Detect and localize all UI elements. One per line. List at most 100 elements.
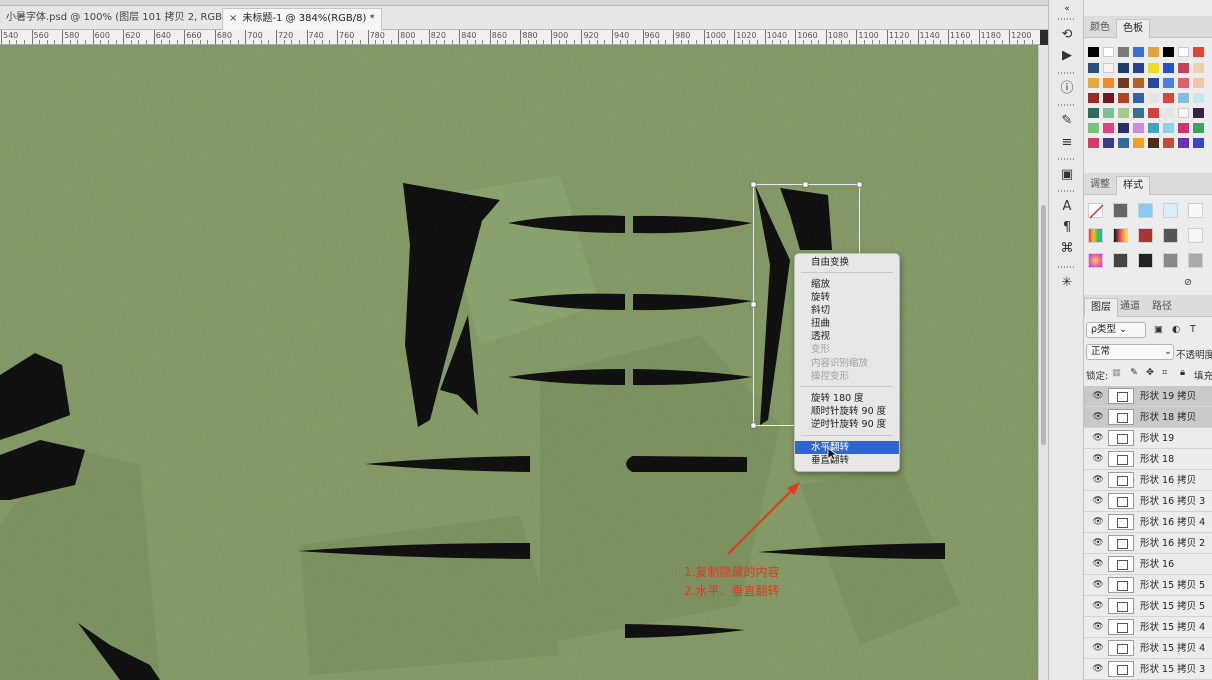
menu-item-3[interactable]: 斜切 xyxy=(795,304,899,317)
layer-name[interactable]: 形状 19 拷贝 xyxy=(1140,386,1196,407)
color-swatch[interactable] xyxy=(1103,63,1114,73)
color-swatch[interactable] xyxy=(1163,108,1174,118)
layer-row[interactable]: 👁︎ 形状 15 拷贝 4 xyxy=(1084,638,1212,659)
panel-grip[interactable] xyxy=(1058,72,1076,74)
lock-paint-icon[interactable]: ✎ xyxy=(1130,367,1138,378)
visibility-eye-icon[interactable]: 👁︎ xyxy=(1092,391,1104,401)
close-tab-icon[interactable]: × xyxy=(229,13,237,24)
layer-name[interactable]: 形状 18 拷贝 xyxy=(1140,407,1196,428)
layer-name[interactable]: 形状 15 拷贝 5 xyxy=(1140,575,1205,596)
visibility-eye-icon[interactable]: 👁︎ xyxy=(1092,517,1104,527)
filter-adjust-icon[interactable]: ◐ xyxy=(1172,324,1180,335)
style-dark-icon[interactable] xyxy=(1163,228,1178,243)
info-icon[interactable]: ⓘ xyxy=(1058,80,1076,98)
layer-name[interactable]: 形状 16 拷贝 3 xyxy=(1140,491,1205,512)
color-swatch[interactable] xyxy=(1088,108,1099,118)
tab-swatches[interactable]: 色板 xyxy=(1116,19,1150,38)
tab-color[interactable]: 颜色 xyxy=(1084,19,1116,38)
layer-name[interactable]: 形状 15 拷贝 4 xyxy=(1140,638,1205,659)
color-swatch[interactable] xyxy=(1088,93,1099,103)
3d-icon[interactable]: ✳ xyxy=(1058,274,1076,292)
menu-item-5[interactable]: 透视 xyxy=(795,330,899,343)
menu-item-4[interactable]: 扭曲 xyxy=(795,317,899,330)
horizontal-ruler[interactable]: 540 560 580 600 620 640 660 680 700 720 740 760 780 8… xyxy=(0,30,1040,45)
filter-pixel-icon[interactable]: ▣ xyxy=(1154,324,1163,335)
layer-filter-select[interactable]: ρ类型 ⌄ xyxy=(1086,322,1146,338)
style-gradient-icon[interactable] xyxy=(1113,228,1128,243)
style-rainbow-icon[interactable] xyxy=(1088,228,1103,243)
layer-row[interactable]: 👁︎ 形状 18 拷贝 xyxy=(1084,407,1212,428)
tab-adjustments[interactable]: 调整 xyxy=(1084,176,1116,195)
glyphs-icon[interactable]: ⌘ xyxy=(1058,240,1076,258)
lock-move-icon[interactable]: ✥ xyxy=(1146,367,1154,378)
document-tab-untitled[interactable]: × 未标题-1 @ 384%(RGB/8) * xyxy=(222,8,382,30)
menu-item-9[interactable]: 旋转 180 度 xyxy=(795,392,899,405)
visibility-eye-icon[interactable]: 👁︎ xyxy=(1092,580,1104,590)
document-tab-xiaoshu[interactable]: 小暑字体.psd @ 100% (图层 101 拷贝 2, RGB/8) xyxy=(0,8,242,30)
delete-style-icon[interactable]: ⊘ xyxy=(1184,277,1192,288)
layer-row[interactable]: 👁︎ 形状 15 拷贝 5 xyxy=(1084,596,1212,617)
color-swatch[interactable] xyxy=(1148,138,1159,148)
color-swatch[interactable] xyxy=(1148,78,1159,88)
tab-layers[interactable]: 图层 xyxy=(1084,298,1118,317)
lock-transparent-icon[interactable]: ▦ xyxy=(1112,367,1121,378)
style-shadow-icon[interactable] xyxy=(1113,203,1128,218)
color-swatch[interactable] xyxy=(1088,138,1099,148)
layer-row[interactable]: 👁︎ 形状 16 xyxy=(1084,554,1212,575)
layer-name[interactable]: 形状 15 拷贝 5 xyxy=(1140,596,1205,617)
visibility-eye-icon[interactable]: 👁︎ xyxy=(1092,475,1104,485)
color-swatch[interactable] xyxy=(1163,63,1174,73)
color-swatch[interactable] xyxy=(1193,47,1204,57)
layer-row[interactable]: 👁︎ 形状 19 拷贝 xyxy=(1084,386,1212,407)
character-icon[interactable]: A xyxy=(1058,198,1076,216)
visibility-eye-icon[interactable]: 👁︎ xyxy=(1092,643,1104,653)
color-swatch[interactable] xyxy=(1148,47,1159,57)
color-swatch[interactable] xyxy=(1118,108,1129,118)
visibility-eye-icon[interactable]: 👁︎ xyxy=(1092,622,1104,632)
play-icon[interactable]: ▶ xyxy=(1058,47,1076,65)
color-swatch[interactable] xyxy=(1133,78,1144,88)
color-swatch[interactable] xyxy=(1133,63,1144,73)
color-swatch[interactable] xyxy=(1103,93,1114,103)
layer-row[interactable]: 👁︎ 形状 15 拷贝 3 xyxy=(1084,659,1212,680)
color-swatch[interactable] xyxy=(1193,138,1204,148)
color-swatch[interactable] xyxy=(1133,123,1144,133)
visibility-eye-icon[interactable]: 👁︎ xyxy=(1092,412,1104,422)
color-swatch[interactable] xyxy=(1178,123,1189,133)
color-swatch[interactable] xyxy=(1133,47,1144,57)
color-swatch[interactable] xyxy=(1163,138,1174,148)
visibility-eye-icon[interactable]: 👁︎ xyxy=(1092,538,1104,548)
color-swatch[interactable] xyxy=(1103,78,1114,88)
color-swatch[interactable] xyxy=(1118,123,1129,133)
style-light-icon[interactable] xyxy=(1188,228,1203,243)
tab-channels[interactable]: 通道 xyxy=(1114,298,1146,317)
color-swatch[interactable] xyxy=(1148,93,1159,103)
layer-name[interactable]: 形状 15 拷贝 3 xyxy=(1140,659,1205,680)
style-red-icon[interactable] xyxy=(1138,228,1153,243)
color-swatch[interactable] xyxy=(1163,123,1174,133)
color-swatch[interactable] xyxy=(1118,93,1129,103)
color-swatch[interactable] xyxy=(1133,108,1144,118)
style-silver-icon[interactable] xyxy=(1188,253,1203,268)
panel-grip[interactable] xyxy=(1058,18,1076,20)
history-icon[interactable]: ⟲ xyxy=(1058,26,1076,44)
menu-item-12[interactable]: 水平翻转 xyxy=(795,441,899,454)
paragraph-icon[interactable]: ¶ xyxy=(1058,219,1076,237)
color-swatch[interactable] xyxy=(1193,93,1204,103)
layer-name[interactable]: 形状 18 xyxy=(1140,449,1174,470)
collapse-arrows-icon[interactable]: « xyxy=(1058,4,1076,14)
style-outline-icon[interactable] xyxy=(1163,203,1178,218)
layer-name[interactable]: 形状 16 拷贝 4 xyxy=(1140,512,1205,533)
tab-paths[interactable]: 路径 xyxy=(1146,298,1178,317)
layer-row[interactable]: 👁︎ 形状 19 xyxy=(1084,428,1212,449)
layer-name[interactable]: 形状 16 拷贝 2 xyxy=(1140,533,1205,554)
color-swatch[interactable] xyxy=(1148,108,1159,118)
visibility-eye-icon[interactable]: 👁︎ xyxy=(1092,601,1104,611)
scrollbar-thumb[interactable] xyxy=(1041,205,1046,445)
style-black-icon[interactable] xyxy=(1138,253,1153,268)
visibility-eye-icon[interactable]: 👁︎ xyxy=(1092,664,1104,674)
layer-row[interactable]: 👁︎ 形状 15 拷贝 4 xyxy=(1084,617,1212,638)
color-swatch[interactable] xyxy=(1178,138,1189,148)
style-none-icon[interactable] xyxy=(1088,203,1104,219)
layer-row[interactable]: 👁︎ 形状 16 拷贝 3 xyxy=(1084,491,1212,512)
